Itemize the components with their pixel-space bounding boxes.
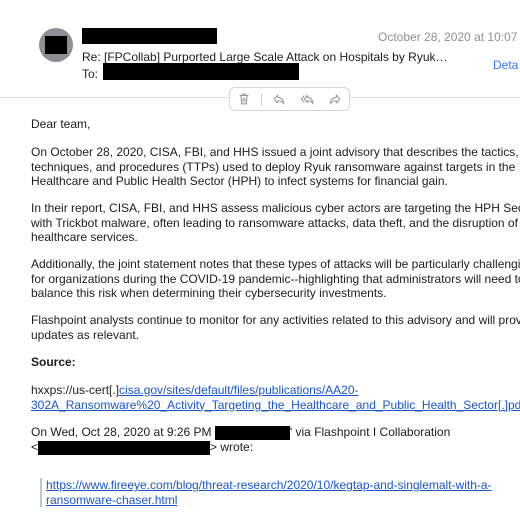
delete-button[interactable] — [233, 90, 255, 108]
paragraph-joint-statement: Additionally, the joint statement notes … — [31, 257, 520, 301]
paragraph-line: In their report, CISA, FBI, and HHS asse… — [31, 201, 520, 215]
to-label: To: — [82, 67, 99, 81]
reply-icon — [273, 94, 285, 105]
reply-open-bracket: < — [31, 439, 39, 454]
paragraph-line: healthcare services. — [31, 230, 138, 244]
source-line: hxxps://us-cert[.]cisa.gov/sites/default… — [31, 383, 520, 398]
source-heading: Source: — [31, 355, 76, 369]
reply-button[interactable] — [268, 90, 290, 108]
details-link[interactable]: Deta — [493, 58, 518, 72]
paragraph-line: techniques, and procedures (TTPs) used t… — [31, 159, 516, 174]
reply-via-text: ' via Flashpoint I Collaboration — [289, 425, 451, 439]
reply-all-button[interactable] — [296, 90, 318, 108]
source-prefix: hxxps://us-cert[.] — [31, 383, 120, 397]
avatar-redaction — [45, 36, 67, 54]
sender-name-redaction — [82, 28, 217, 44]
message-date: October 28, 2020 at 10:07 P — [378, 30, 520, 44]
quoted-link[interactable]: https://www.fireeye.com/blog/threat-rese… — [46, 478, 492, 493]
author-name-redaction — [214, 425, 290, 440]
reply-attribution: On Wed, Oct 28, 2020 at 9:26 PM ' via Fl… — [31, 425, 450, 455]
reply-wrote-text: > wrote: — [210, 439, 254, 454]
toolbar-separator — [261, 92, 262, 106]
paragraph-line: with Trickbot malware, often leading to … — [31, 215, 518, 230]
reply-date-text: On Wed, Oct 28, 2020 at 9:26 PM — [31, 425, 212, 439]
paragraph-line: updates as relevant. — [31, 327, 140, 342]
forward-icon — [329, 94, 341, 105]
reply-all-icon — [300, 94, 314, 105]
message-toolbar — [229, 87, 350, 111]
paragraph-monitoring: Flashpoint analysts continue to monitor … — [31, 313, 520, 342]
paragraph-line: Healthcare and Public Health Sector (HPH… — [31, 174, 448, 188]
quoted-message: https://www.fireeye.com/blog/threat-rese… — [40, 478, 492, 507]
quoted-link-continued[interactable]: ransomware-chaser.html — [46, 493, 492, 508]
paragraph-report: In their report, CISA, FBI, and HHS asse… — [31, 201, 520, 245]
reply-attribution-line: On Wed, Oct 28, 2020 at 9:26 PM ' via Fl… — [31, 425, 450, 440]
greeting: Dear team, — [31, 117, 91, 131]
trash-icon — [239, 93, 249, 105]
forward-button[interactable] — [324, 90, 346, 108]
message-header: October 28, 2020 at 10:07 P Re: [FPColla… — [0, 0, 520, 86]
paragraph-line: On October 28, 2020, CISA, FBI, and HHS … — [31, 145, 519, 159]
paragraph-line: balance this risk when determining their… — [31, 286, 387, 300]
reply-attribution-line: < > wrote: — [31, 440, 450, 455]
source-url: hxxps://us-cert[.]cisa.gov/sites/default… — [31, 383, 520, 412]
sender-avatar[interactable] — [39, 28, 73, 62]
paragraph-line: Flashpoint analysts continue to monitor … — [31, 313, 520, 327]
paragraph-line: Additionally, the joint statement notes … — [31, 257, 520, 271]
message-subject: Re: [FPCollab] Purported Large Scale Att… — [82, 50, 448, 64]
source-link-continued[interactable]: 302A_Ransomware%20_Activity_Targeting_th… — [31, 398, 520, 413]
source-link[interactable]: cisa.gov/sites/default/files/publication… — [119, 383, 358, 397]
paragraph-advisory: On October 28, 2020, CISA, FBI, and HHS … — [31, 145, 519, 189]
paragraph-line: for organizations during the COVID-19 pa… — [31, 271, 520, 286]
author-email-redaction — [38, 440, 211, 455]
recipient-redaction — [103, 63, 299, 80]
